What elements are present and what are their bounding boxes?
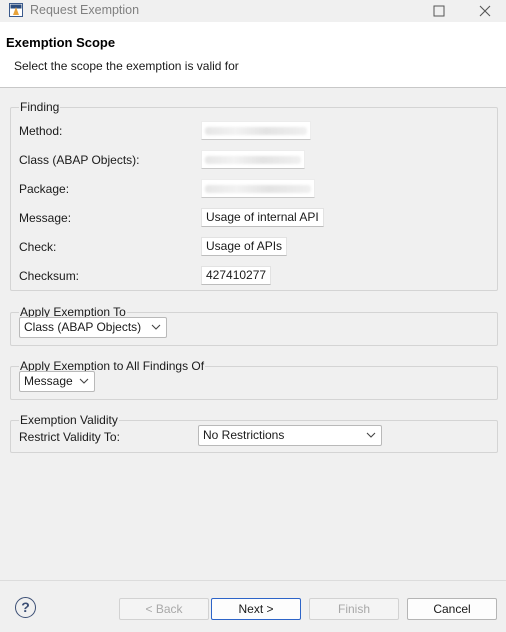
close-icon (479, 5, 491, 17)
chevron-down-icon (151, 324, 161, 330)
package-label: Package: (19, 182, 70, 196)
restrict-validity-value: No Restrictions (203, 428, 285, 442)
page-description: Select the scope the exemption is valid … (14, 59, 239, 73)
restrict-validity-label: Restrict Validity To: (19, 430, 120, 444)
apply-exemption-to-select[interactable]: Class (ABAP Objects) (19, 317, 167, 338)
wizard-footer: ? < Back Next > Finish Cancel (0, 580, 506, 632)
maximize-icon (433, 5, 445, 17)
restrict-validity-select[interactable]: No Restrictions (198, 425, 382, 446)
wizard-content: Finding Method: Class (ABAP Objects): Pa… (0, 89, 506, 580)
title-bar: Request Exemption (0, 0, 506, 22)
finding-legend: Finding (19, 100, 61, 114)
exemption-validity-legend: Exemption Validity (19, 413, 119, 427)
back-button[interactable]: < Back (119, 598, 209, 620)
apply-all-findings-value: Message (24, 374, 73, 388)
apply-all-findings-group: Apply Exemption to All Findings Of Messa… (10, 359, 498, 400)
window-title: Request Exemption (30, 3, 140, 17)
chevron-down-icon (79, 378, 89, 384)
close-button[interactable] (462, 0, 506, 22)
method-value[interactable] (201, 121, 311, 140)
package-value[interactable] (201, 179, 315, 198)
finding-group: Finding Method: Class (ABAP Objects): Pa… (10, 100, 498, 291)
class-value[interactable] (201, 150, 305, 169)
redacted-blur (205, 156, 301, 164)
apply-exemption-to-group: Apply Exemption To Class (ABAP Objects) (10, 305, 498, 346)
apply-exemption-to-value: Class (ABAP Objects) (24, 320, 142, 334)
checksum-value[interactable]: 427410277 (201, 266, 272, 285)
method-label: Method: (19, 124, 63, 138)
cancel-button[interactable]: Cancel (407, 598, 497, 620)
apply-all-findings-select[interactable]: Message (19, 371, 95, 392)
next-button[interactable]: Next > (211, 598, 301, 620)
exemption-validity-group: Exemption Validity Restrict Validity To:… (10, 413, 498, 453)
message-value[interactable]: Usage of internal API (201, 208, 324, 227)
maximize-button[interactable] (416, 0, 462, 22)
finish-button[interactable]: Finish (309, 598, 399, 620)
app-icon (9, 3, 23, 17)
checksum-label: Checksum: (19, 269, 80, 283)
help-icon[interactable]: ? (15, 597, 36, 618)
check-label: Check: (19, 240, 57, 254)
page-title: Exemption Scope (6, 35, 116, 50)
redacted-blur (205, 185, 311, 193)
class-label: Class (ABAP Objects): (19, 153, 140, 167)
check-value[interactable]: Usage of APIs (201, 237, 288, 256)
wizard-header: Exemption Scope Select the scope the exe… (0, 22, 506, 88)
message-label: Message: (19, 211, 72, 225)
chevron-down-icon (366, 432, 376, 438)
redacted-blur (205, 127, 307, 135)
